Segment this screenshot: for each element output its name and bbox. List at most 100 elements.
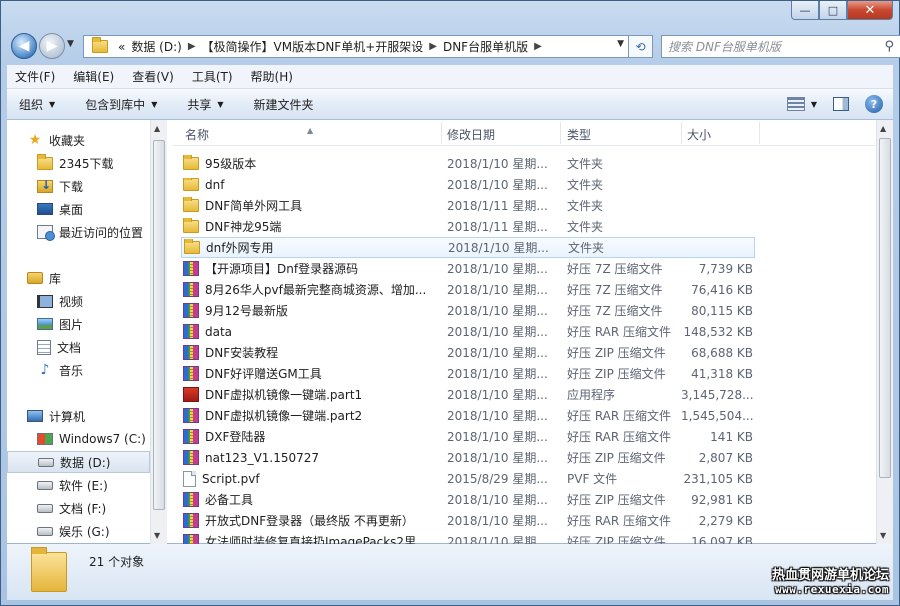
preview-pane-icon[interactable] [833,97,849,111]
menu-help[interactable]: 帮助(H) [251,68,293,85]
file-row[interactable]: 95级版本 2018/1/10 星期... 文件夹 [181,153,755,174]
sidebar-item-label: 音乐 [59,363,84,378]
sidebar-item-favorites[interactable]: ★ 收藏夹 [7,129,150,151]
minimize-button[interactable]: — [791,1,819,20]
column-divider[interactable] [681,122,682,144]
file-row[interactable]: 必备工具 2018/1/10 星期... 好压 ZIP 压缩文件 92,981 KB [181,489,755,510]
scrollbar-thumb[interactable] [153,140,165,510]
share-button[interactable]: 共享 ▼ [187,96,223,113]
breadcrumb-parent-folder[interactable]: 【极简操作】VM版本DNF单机+开服架设 [202,38,424,55]
sidebar-item-drive-c[interactable]: Windows7 (C:) [7,428,150,450]
file-row[interactable]: 9月12号最新版 2018/1/10 星期... 好压 7Z 压缩文件 80,115 … [181,300,755,321]
file-size: 2,807 KB [698,450,753,465]
file-name-cell: 开放式DNF登录器（最终版 不再更新） [183,512,438,529]
address-dropdown-icon[interactable]: ▼ [617,39,624,49]
file-name-cell: 必备工具 [183,491,438,508]
menu-file[interactable]: 文件(F) [15,68,55,85]
include-in-library-button[interactable]: 包含到库中 ▼ [85,96,157,113]
sidebar-item-documents[interactable]: 文档 [7,336,150,358]
menu-view[interactable]: 查看(V) [132,68,174,85]
archive-icon [183,261,199,276]
file-row[interactable]: dnf外网专用 2018/1/10 星期... 文件夹 [181,237,755,258]
file-row[interactable]: 【开源项目】Dnf登录器源码 2018/1/10 星期... 好压 7Z 压缩文件 7… [181,258,755,279]
sidebar-item-drive-d[interactable]: 数据 (D:) [7,451,150,473]
file-name-cell: DXF登陆器 [183,428,438,445]
file-row[interactable]: DXF登陆器 2018/1/10 星期... 好压 RAR 压缩文件 141 KB [181,426,755,447]
column-divider[interactable] [441,122,442,144]
navigation-pane: ★ 收藏夹 2345下载 下载 桌面 最近访问的位置 库 [7,120,167,544]
column-header-name[interactable]: 名称 [185,126,209,143]
sidebar-item-pictures[interactable]: 图片 [7,313,150,335]
breadcrumb-current-folder[interactable]: DNF台服单机版 [443,38,528,55]
file-row[interactable]: DNF虚拟机镜像一键端.part2 2018/1/10 星期... 好压 RAR 压… [181,405,755,426]
sidebar-item-label: 图片 [59,317,84,332]
file-name-cell: 8月26华人pvf最新完整商城资源、增加... [183,281,438,298]
maximize-button[interactable]: □ [819,1,847,20]
sidebar-item-videos[interactable]: 视频 [7,290,150,312]
file-row[interactable]: 8月26华人pvf最新完整商城资源、增加... 2018/1/10 星期... 好压… [181,279,755,300]
back-button[interactable]: ◀ [11,33,37,59]
file-date: 2018/1/10 星期... [447,514,548,528]
close-button[interactable]: ✕ [847,1,893,20]
file-row[interactable]: DNF安装教程 2018/1/10 星期... 好压 ZIP 压缩文件 68,688 … [181,342,755,363]
file-type: 好压 ZIP 压缩文件 [567,493,666,507]
organize-button[interactable]: 组织 ▼ [19,96,55,113]
sidebar-item-desktop[interactable]: 桌面 [7,198,150,220]
file-type: 应用程序 [567,388,616,402]
column-divider[interactable] [560,122,561,144]
sidebar-item-2345-downloads[interactable]: 2345下载 [7,152,150,174]
file-row[interactable]: data 2018/1/10 星期... 好压 RAR 压缩文件 148,532 KB [181,321,755,342]
sidebar-item-drive-f[interactable]: 文档 (F:) [7,497,150,519]
sidebar-item-libraries[interactable]: 库 [7,267,150,289]
navigation-pane-scrollbar[interactable]: ▲ ▼ [150,120,167,544]
menu-edit[interactable]: 编辑(E) [73,68,114,85]
file-row[interactable]: DNF简单外网工具 2018/1/11 星期... 文件夹 [181,195,755,216]
view-options-chevron-icon[interactable]: ▼ [811,100,817,109]
file-list-scrollbar[interactable]: ▲ ▼ [876,120,893,544]
menu-tools[interactable]: 工具(T) [192,68,233,85]
refresh-button[interactable]: ⟲ [629,35,653,58]
file-row[interactable]: Script.pvf 2015/8/29 星期... PVF 文件 231,105 K… [181,468,755,489]
scroll-up-icon[interactable]: ▲ [154,124,160,133]
column-header-size[interactable]: 大小 [687,126,711,143]
breadcrumb-separator-icon[interactable]: ▶ [429,41,437,52]
scroll-up-icon[interactable]: ▲ [880,124,886,133]
file-size: 7,739 KB [698,261,753,276]
scroll-down-icon[interactable]: ▼ [154,531,160,540]
sidebar-item-label: 数据 (D:) [60,455,111,470]
file-row[interactable]: DNF虚拟机镜像一键端.part1 2018/1/10 星期... 应用程序 3,14… [181,384,755,405]
column-header-date[interactable]: 修改日期 [447,126,495,143]
file-row[interactable]: 女法师时装修复直接扔ImagePacks2里 2018/1/10 星期... 好压 … [181,531,755,544]
address-overflow[interactable]: « [118,40,125,54]
breadcrumb-separator-icon[interactable]: ▶ [534,41,542,52]
breadcrumb-separator-icon[interactable]: ▶ [188,41,196,52]
sidebar-item-computer[interactable]: 计算机 [7,405,150,427]
file-date: 2018/1/10 星期... [447,325,548,339]
search-icon[interactable]: ⚲ [884,39,894,54]
file-row[interactable]: dnf 2018/1/10 星期... 文件夹 [181,174,755,195]
file-row[interactable]: 开放式DNF登录器（最终版 不再更新） 2018/1/10 星期... 好压 RAR… [181,510,755,531]
scrollbar-thumb[interactable] [879,138,891,478]
sidebar-item-recent-places[interactable]: 最近访问的位置 [7,221,150,243]
sidebar-item-music[interactable]: ♪ 音乐 [7,359,150,381]
help-icon[interactable]: ? [865,95,883,113]
file-row[interactable]: DNF好评赠送GM工具 2018/1/10 星期... 好压 ZIP 压缩文件 41,… [181,363,755,384]
file-type: 文件夹 [567,220,604,234]
forward-button[interactable]: ▶ [39,33,65,59]
column-header-type[interactable]: 类型 [567,126,591,143]
address-bar[interactable]: « 数据 (D:) ▶ 【极简操作】VM版本DNF单机+开服架设 ▶ DNF台服… [83,35,629,58]
breadcrumb-drive[interactable]: 数据 (D:) [131,38,181,55]
new-folder-button[interactable]: 新建文件夹 [254,96,314,113]
file-row[interactable]: DNF神龙95端 2018/1/11 星期... 文件夹 [181,216,755,237]
sidebar-item-drive-e[interactable]: 软件 (E:) [7,474,150,496]
recent-pages-dropdown[interactable]: ▼ [67,39,74,49]
column-divider[interactable] [759,122,760,144]
scroll-down-icon[interactable]: ▼ [880,531,886,540]
file-size: 1,545,504... [681,408,754,423]
search-input[interactable]: 搜索 DNF台服单机版 ⚲ [661,35,900,58]
sidebar-item-drive-g[interactable]: 娱乐 (G:) [7,520,150,542]
file-row[interactable]: nat123_V1.150727 2018/1/10 星期... 好压 ZIP 压缩… [181,447,755,468]
file-size: 76,416 KB [691,282,753,297]
change-view-icon[interactable] [786,97,805,111]
sidebar-item-downloads[interactable]: 下载 [7,175,150,197]
